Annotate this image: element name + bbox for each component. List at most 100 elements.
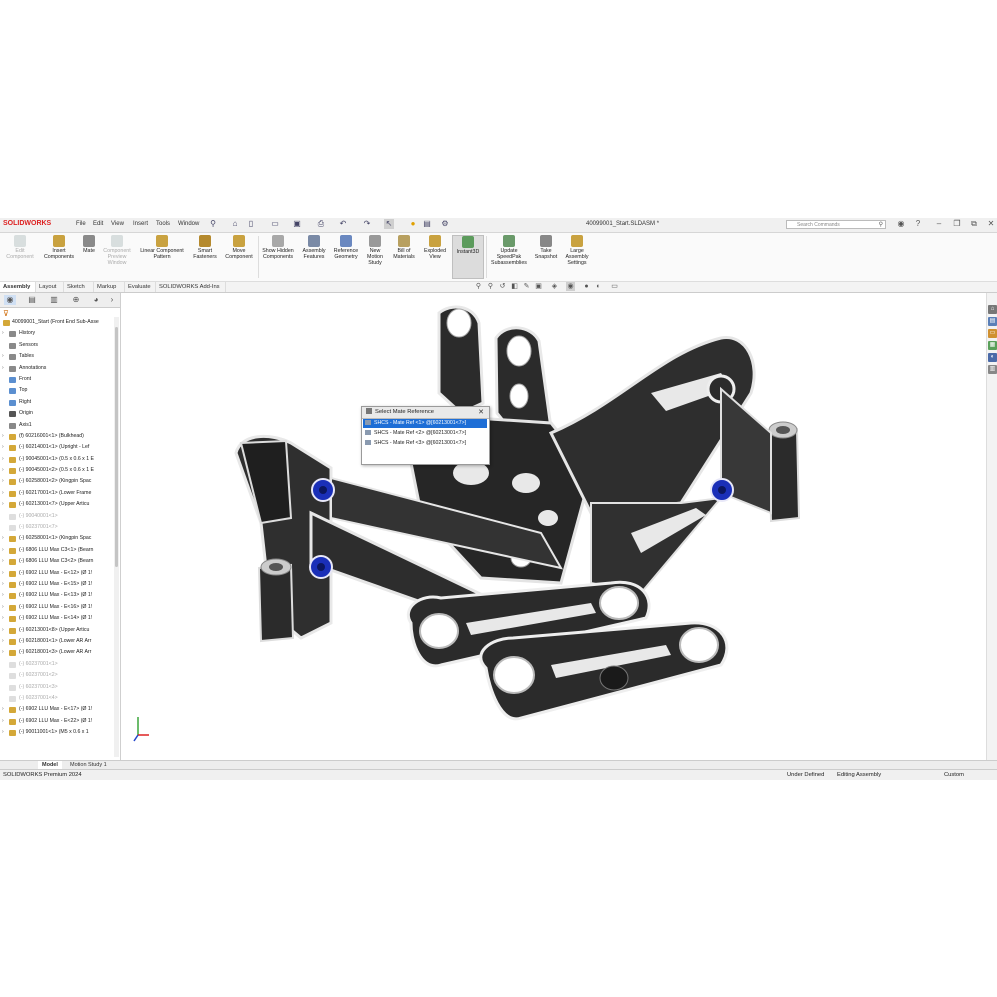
mate-reference-row[interactable]: SHCS - Mate Ref <2> @[60213001<7>] — [363, 429, 487, 438]
restore-icon[interactable]: ❐ — [952, 219, 962, 229]
mate-button[interactable]: Mate — [79, 235, 99, 254]
edit-appearance-icon[interactable]: ● — [582, 282, 591, 291]
tree-item[interactable]: › (-) 90045001<2> (0.5 x 0.6 x 1 E — [0, 465, 114, 476]
tree-item[interactable]: (-) 60237001<2> — [0, 670, 114, 681]
zoom-to-fit-icon[interactable]: ⚲ — [474, 282, 483, 291]
user-icon[interactable]: ◉ — [896, 219, 906, 229]
lower-ar-arm[interactable] — [407, 580, 729, 721]
section-view-icon[interactable]: ◧ — [510, 282, 519, 291]
pin-icon[interactable]: ⚲ — [208, 219, 218, 229]
display-style-icon[interactable]: ◈ — [550, 282, 559, 291]
tab-model[interactable]: Model — [38, 761, 62, 769]
tree-item[interactable]: › (-) 6902 LLU Max - E<13> (Ø 1! — [0, 590, 114, 601]
dynamic-annotation-icon[interactable]: ✎ — [522, 282, 531, 291]
redo-icon[interactable]: ↷ — [362, 219, 372, 229]
help-icon[interactable]: ? — [913, 219, 923, 229]
solidworks-resources-icon[interactable]: ⌂ — [988, 305, 997, 314]
save-icon[interactable]: ▣ — [292, 219, 302, 229]
tree-item[interactable]: › (-) 6902 LLU Max - E<15> (Ø 1! — [0, 579, 114, 590]
units-selector[interactable]: Custom — [944, 770, 964, 780]
tree-item[interactable]: › (-) 6902 LLU Max - E<12> (Ø 1! — [0, 568, 114, 579]
tree-item[interactable]: Sensors — [0, 340, 114, 351]
zoom-to-area-icon[interactable]: ⚲ — [486, 282, 495, 291]
assembly-features-button[interactable]: Assembly Features — [299, 235, 329, 260]
expand-arrow-icon[interactable]: › — [2, 328, 4, 339]
appearances-icon[interactable]: ◐ — [988, 353, 997, 362]
expand-arrow-icon[interactable]: › — [2, 636, 4, 647]
take-snapshot-button[interactable]: Take Snapshot — [532, 235, 560, 260]
menu-edit[interactable]: Edit — [93, 221, 103, 227]
tree-item[interactable]: (-) 60237001<1> — [0, 659, 114, 670]
new-motion-study-button[interactable]: New Motion Study — [363, 235, 387, 266]
tree-item[interactable]: › (-) 6806 LLU Max C3<1> (Bearn — [0, 545, 114, 556]
open-icon[interactable]: ▭ — [270, 219, 280, 229]
instant3d-button[interactable]: Instant3D — [452, 235, 484, 279]
expand-arrow-icon[interactable]: › — [2, 465, 4, 476]
tree-item[interactable]: (-) 90040001<1> — [0, 511, 114, 522]
previous-view-icon[interactable]: ↺ — [498, 282, 507, 291]
expand-arrow-icon[interactable]: › — [2, 476, 4, 487]
assembly-model[interactable] — [121, 293, 985, 760]
tab-layout[interactable]: Layout — [36, 282, 64, 292]
expand-arrow-icon[interactable]: › — [2, 590, 4, 601]
tree-root[interactable]: 40099001_Start (Front End Sub-Asse — [0, 317, 114, 328]
tree-item[interactable]: › Annotations — [0, 363, 114, 374]
undo-icon[interactable]: ↶ — [338, 219, 348, 229]
mate-reference-row[interactable]: SHCS - Mate Ref <3> @[60213001<7>] — [363, 439, 487, 448]
tree-item[interactable]: › (-) 60258001<2> (Kingpin Spac — [0, 476, 114, 487]
expand-arrow-icon[interactable]: › — [2, 488, 4, 499]
tree-item[interactable]: Right — [0, 397, 114, 408]
tree-item[interactable]: › Tables — [0, 351, 114, 362]
tree-item[interactable]: (-) 60237001<7> — [0, 522, 114, 533]
tree-item[interactable]: › (-) 60258001<1> (Kingpin Spac — [0, 533, 114, 544]
tree-scrollbar-thumb[interactable] — [115, 327, 118, 567]
expand-arrow-icon[interactable]: › — [2, 431, 4, 442]
configurationmanager-tab-icon[interactable]: ▥ — [48, 295, 60, 305]
displaymanager-tab-icon[interactable]: ◕ — [90, 295, 102, 305]
tree-item[interactable]: › (-) 6902 LLU Max - E<14> (Ø 1! — [0, 613, 114, 624]
more-tabs-icon[interactable]: › — [106, 295, 118, 305]
large-assembly-settings-button[interactable]: Large Assembly Settings — [562, 235, 592, 266]
close-icon[interactable]: ✕ — [478, 407, 484, 418]
linear-component-pattern-button[interactable]: Linear Component Pattern — [136, 235, 188, 260]
options-icon[interactable]: ⚙ — [440, 219, 450, 229]
expand-arrow-icon[interactable]: › — [2, 545, 4, 556]
tree-item[interactable]: › (f) 60216001<1> (Bulkhead) — [0, 431, 114, 442]
tree-item[interactable]: › (-) 6902 LLU Max - E<16> (Ø 1! — [0, 602, 114, 613]
menu-insert[interactable]: Insert — [133, 221, 148, 227]
tree-item[interactable]: Origin — [0, 408, 114, 419]
expand-arrow-icon[interactable]: › — [2, 533, 4, 544]
tree-item[interactable]: › (-) 60213001<7> (Upper Articu — [0, 499, 114, 510]
search-commands-field[interactable]: Search Commands ⚲ — [786, 220, 886, 229]
expand-arrow-icon[interactable]: › — [2, 716, 4, 727]
close-icon[interactable]: ✕ — [986, 219, 996, 229]
bill-of-materials-button[interactable]: Bill of Materials — [390, 235, 418, 260]
tree-item[interactable]: › (-) 6902 LLU Max - E<17> (Ø 1! — [0, 704, 114, 715]
menu-tools[interactable]: Tools — [156, 221, 170, 227]
reference-geometry-button[interactable]: Reference Geometry — [330, 235, 362, 260]
hide-show-items-icon[interactable]: ◉ — [566, 282, 575, 291]
tab-markup[interactable]: Markup — [94, 282, 125, 292]
edit-component-button[interactable]: Edit Component — [2, 235, 38, 260]
expand-arrow-icon[interactable]: › — [2, 727, 4, 738]
tree-item[interactable]: › (-) 6902 LLU Max - E<22> (Ø 1! — [0, 716, 114, 727]
menu-window[interactable]: Window — [178, 221, 199, 227]
tree-item[interactable]: (-) 60237001<3> — [0, 682, 114, 693]
tab-sketch[interactable]: Sketch — [64, 282, 94, 292]
tab-evaluate[interactable]: Evaluate — [125, 282, 156, 292]
tree-item[interactable]: › History — [0, 328, 114, 339]
tree-item[interactable]: › (-) 60217001<1> (Lower Frame — [0, 488, 114, 499]
tree-item[interactable]: › (-) 60214001<1> (Upright - Lef — [0, 442, 114, 453]
dialog-header[interactable]: Select Mate Reference ✕ — [362, 407, 489, 419]
component-preview-window-button[interactable]: Component Preview Window — [100, 235, 134, 266]
tree-item[interactable]: › (-) 60218001<3> (Lower AR Arr — [0, 647, 114, 658]
tree-item[interactable]: › (-) 6806 LLU Max C3<2> (Bearn — [0, 556, 114, 567]
tree-item[interactable]: › (-) 90045001<1> (0.5 x 0.6 x 1 E — [0, 454, 114, 465]
home-icon[interactable]: ⌂ — [230, 219, 240, 229]
expand-arrow-icon[interactable]: › — [2, 499, 4, 510]
tree-item[interactable]: Axis1 — [0, 420, 114, 431]
tree-item[interactable]: › (-) 60218001<1> (Lower AR Arr — [0, 636, 114, 647]
tree-scrollbar[interactable] — [114, 317, 119, 757]
smart-fasteners-button[interactable]: Smart Fasteners — [190, 235, 220, 260]
rebuild-icon[interactable]: ● — [408, 219, 418, 229]
